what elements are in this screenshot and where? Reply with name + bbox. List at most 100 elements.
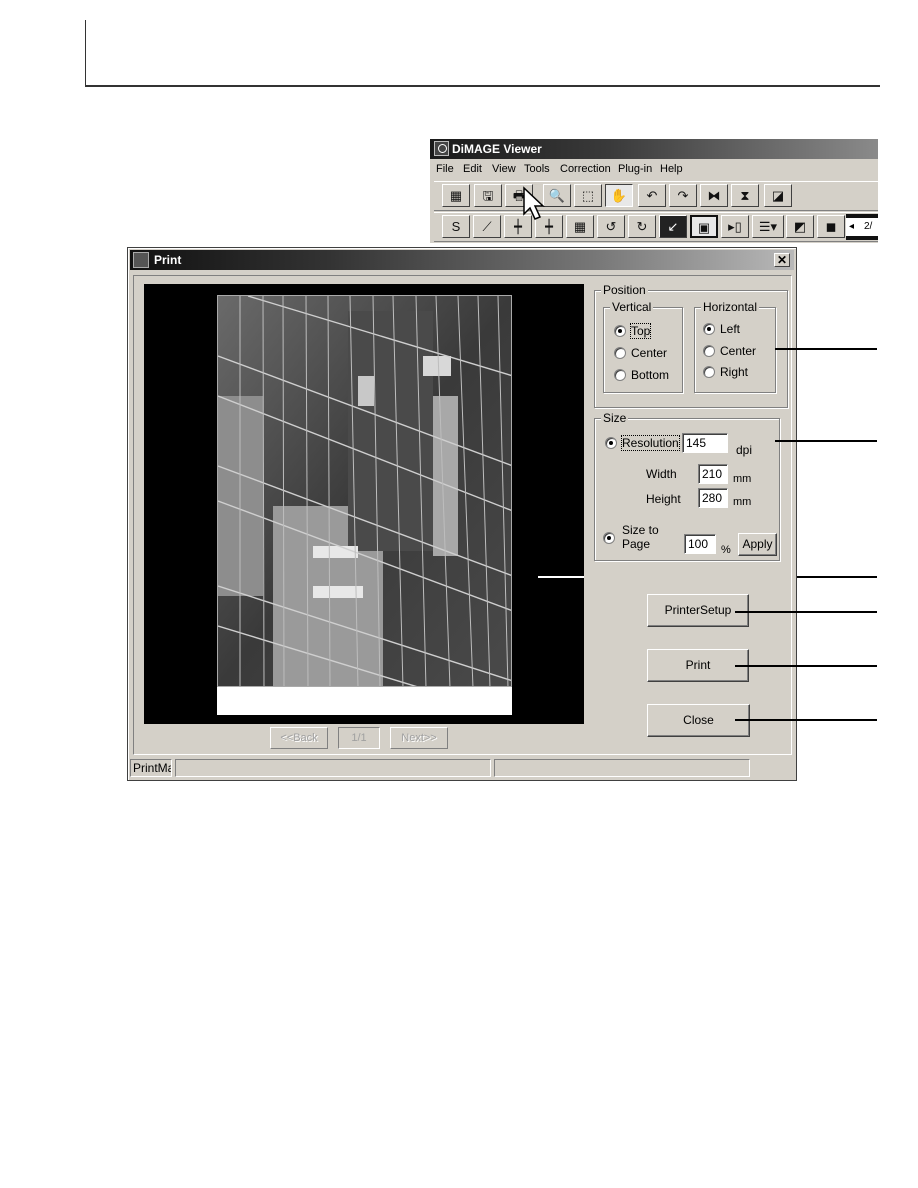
hand-button[interactable]: ✋ [605, 184, 633, 207]
resolution-label: Resolution [621, 435, 680, 451]
flip-vertical-button[interactable]: ⧗ [731, 184, 759, 207]
toolbar-row-2: S ⟋ ┿ ┿ ▦ ↺ ↻ ↙ ▣ ▸▯ ☰▾ ◩ ◼ ◂ 2/ [434, 212, 878, 242]
radio-label: Top [629, 323, 652, 339]
size-group: Size Resolution 145 dpi Width 210 mm Hei… [594, 411, 780, 561]
horizontal-group-label: Horizontal [701, 300, 760, 314]
list-menu-button[interactable]: ☰▾ [752, 215, 784, 238]
saturation-slider-icon: ┿ [545, 219, 553, 234]
resolution-input[interactable]: 145 [682, 433, 728, 453]
resize-button[interactable]: ◪ [764, 184, 792, 207]
select-rect-icon: ⬚ [581, 188, 595, 203]
position-group: Position Vertical Top Center Bottom Hori… [594, 283, 788, 408]
width-label: Width [646, 467, 677, 481]
app-icon [434, 141, 449, 156]
dialog-title-bar: Print ✕ [130, 250, 794, 270]
filmstrip-navigator[interactable]: ◂ 2/ [846, 214, 878, 240]
dialog-app-icon [133, 252, 149, 268]
flip-horizontal-icon: ⧓ [707, 188, 721, 203]
menu-plug-in[interactable]: Plug-in [618, 160, 652, 178]
variations-button[interactable]: ▦ [566, 215, 594, 238]
save-button[interactable]: 🖫 [474, 184, 502, 207]
rotate-left-button[interactable]: ↶ [638, 184, 666, 207]
apply-button[interactable]: Apply [738, 533, 777, 556]
status-pane-2 [175, 759, 491, 777]
dialog-close-button[interactable]: ✕ [774, 253, 790, 267]
radio-label: Center [631, 346, 668, 360]
radio-button[interactable] [703, 366, 715, 378]
revert-button[interactable]: ↙ [659, 215, 687, 238]
mouse-pointer-icon [523, 186, 545, 220]
menu-help[interactable]: Help [660, 160, 683, 178]
overlay-icon: ◼ [825, 219, 837, 234]
revert-icon: ↙ [667, 219, 679, 234]
overlay-button[interactable]: ◼ [817, 215, 845, 238]
width-input[interactable]: 210 [698, 464, 728, 484]
radio-button[interactable] [703, 323, 715, 335]
callout-line-printer-setup [735, 611, 877, 613]
undo-icon: ↺ [605, 219, 617, 234]
filmstrip-prev-icon[interactable]: ◂ [849, 218, 854, 236]
zoom-button[interactable]: 🔍 [543, 184, 571, 207]
callout-line-preview [797, 576, 877, 578]
radio-button[interactable] [614, 369, 626, 381]
radio-label: Bottom [631, 368, 670, 382]
undo-button[interactable]: ↺ [597, 215, 625, 238]
radio-button[interactable] [614, 347, 626, 359]
height-unit: mm [733, 496, 752, 508]
width-unit: mm [733, 473, 752, 485]
percent-unit: % [721, 544, 731, 556]
callout-line-close [735, 719, 877, 721]
filmstrip-counter: 2/ [864, 221, 873, 232]
menu-view[interactable]: View [492, 160, 516, 178]
redo-button[interactable]: ↻ [628, 215, 656, 238]
page-header-vertical-rule [85, 20, 86, 86]
brightness-slider-icon: ┿ [514, 219, 522, 234]
back-button[interactable]: <<Back [270, 727, 328, 749]
print-preview [144, 284, 584, 724]
print-button[interactable]: Print [647, 649, 749, 682]
compare-button[interactable]: ◩ [786, 215, 814, 238]
status-pane-3 [494, 759, 750, 777]
vertical-group: Vertical Top Center Bottom [603, 300, 683, 393]
color-balance-button[interactable]: S [442, 215, 470, 238]
next-button[interactable]: Next>> [390, 727, 448, 749]
color-balance-icon: S [451, 219, 461, 234]
height-label: Height [646, 492, 681, 506]
flip-horizontal-button[interactable]: ⧓ [700, 184, 728, 207]
resize-icon: ◪ [771, 188, 785, 203]
page-indicator: 1/1 [338, 727, 380, 749]
menu-tools[interactable]: Tools [524, 160, 550, 178]
height-input[interactable]: 280 [698, 488, 728, 508]
snapshot-button[interactable]: ▣ [690, 215, 718, 238]
thumbnail-return-icon: ▦ [449, 188, 463, 203]
close-icon: ✕ [776, 253, 788, 267]
horizontal-group: Horizontal Left Center Right [694, 300, 776, 393]
status-app-name: PrintMaster [130, 759, 172, 777]
radio-button[interactable] [605, 437, 617, 449]
size-to-page-input[interactable]: 100 [684, 534, 716, 554]
tone-curve-icon: ⟋ [482, 219, 492, 234]
size-group-label: Size [601, 411, 629, 425]
viewer-title: DiMAGE Viewer [452, 142, 542, 156]
radio-button[interactable] [603, 532, 615, 544]
dimage-viewer-window: DiMAGE Viewer File Edit View Tools Corre… [429, 138, 878, 243]
image-info-button[interactable]: ▸▯ [721, 215, 749, 238]
menu-correction[interactable]: Correction [560, 160, 611, 178]
save-icon: 🖫 [482, 188, 494, 203]
thumbnail-return-button[interactable]: ▦ [442, 184, 470, 207]
tone-curve-button[interactable]: ⟋ [473, 215, 501, 238]
menu-edit[interactable]: Edit [463, 160, 482, 178]
menu-file[interactable]: File [436, 160, 454, 178]
snapshot-icon: ▣ [697, 220, 711, 235]
radio-button[interactable] [703, 345, 715, 357]
zoom-icon: 🔍 [548, 188, 566, 203]
callout-line-position [775, 348, 877, 350]
page-header-horizontal-rule [85, 85, 880, 87]
compare-icon: ◩ [793, 219, 807, 234]
printer-setup-button[interactable]: PrinterSetup [647, 594, 749, 627]
rotate-right-button[interactable]: ↷ [669, 184, 697, 207]
preview-page-margin [217, 687, 512, 715]
select-rect-button[interactable]: ⬚ [574, 184, 602, 207]
radio-button[interactable] [614, 325, 626, 337]
rotate-right-icon: ↷ [677, 188, 689, 203]
